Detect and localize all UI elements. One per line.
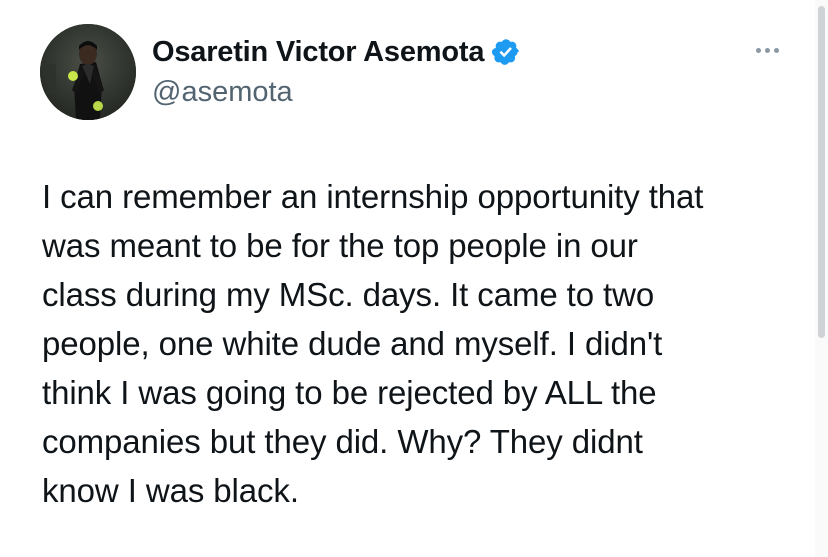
dot-icon (773, 47, 779, 53)
avatar[interactable] (40, 24, 136, 120)
dot-icon (764, 47, 770, 53)
author-handle[interactable]: @asemota (152, 76, 293, 109)
author-name-row: Osaretin Victor Asemota (152, 34, 521, 70)
avatar-photo (40, 24, 136, 120)
dot-icon (755, 47, 761, 53)
tweet-text: I can remember an internship opportunity… (42, 178, 704, 509)
more-options-icon[interactable] (749, 40, 785, 60)
verified-badge-icon (491, 37, 521, 67)
author-display-name[interactable]: Osaretin Victor Asemota (152, 36, 484, 69)
scrollbar-thumb[interactable] (818, 6, 825, 338)
